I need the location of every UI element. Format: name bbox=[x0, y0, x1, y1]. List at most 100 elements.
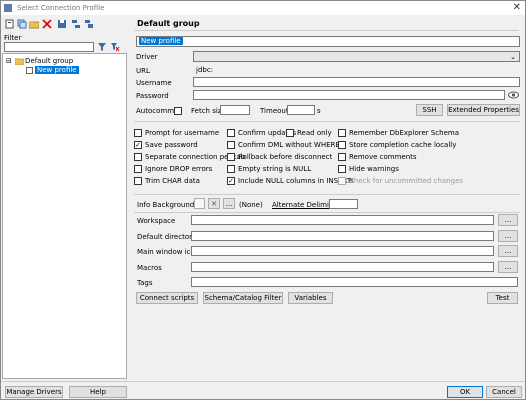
cancel-button[interactable]: Cancel bbox=[486, 386, 522, 398]
new-folder-icon[interactable] bbox=[29, 19, 39, 29]
variables-button[interactable]: Variables bbox=[288, 292, 333, 304]
password-input[interactable] bbox=[193, 90, 505, 100]
delete-icon[interactable] bbox=[42, 19, 52, 29]
apply-filter-icon[interactable] bbox=[97, 42, 107, 52]
profile-name-input[interactable]: New profile bbox=[136, 36, 520, 47]
copy-profile-icon[interactable] bbox=[17, 19, 27, 29]
color-swatch[interactable] bbox=[194, 198, 205, 209]
timeout-label: Timeout bbox=[260, 107, 289, 115]
option-checkbox[interactable]: ✓ bbox=[227, 177, 235, 185]
workspace-label: Workspace bbox=[137, 217, 176, 225]
macros-input[interactable] bbox=[191, 262, 494, 272]
choose-color-button[interactable]: ... bbox=[223, 198, 235, 209]
option-checkbox[interactable] bbox=[227, 141, 235, 149]
default-directory-input[interactable] bbox=[191, 231, 494, 241]
option-label: Empty string is NULL bbox=[238, 165, 312, 173]
dialog-window: Select Connection Profile ✕ Filter ⊟ Def… bbox=[0, 0, 526, 400]
main-window-icon-browse-button[interactable]: ... bbox=[498, 245, 518, 257]
option-checkbox[interactable] bbox=[227, 165, 235, 173]
tree-collapse-icon[interactable]: ⊟ bbox=[6, 57, 12, 65]
option-checkbox[interactable] bbox=[338, 177, 346, 185]
workspace-browse-button[interactable]: ... bbox=[498, 214, 518, 226]
option-checkbox[interactable] bbox=[227, 129, 235, 137]
default-directory-browse-button[interactable]: ... bbox=[498, 230, 518, 242]
profile-tree[interactable]: ⊟ Default group New profile bbox=[2, 53, 127, 379]
autocommit-checkbox[interactable] bbox=[174, 107, 182, 115]
workspace-input[interactable] bbox=[191, 215, 494, 225]
filter-label: Filter bbox=[4, 34, 22, 42]
tree-item-new-profile[interactable]: New profile bbox=[35, 66, 79, 74]
section-divider-2 bbox=[134, 194, 520, 195]
option-label: Rollback before disconnect bbox=[238, 153, 333, 161]
option-checkbox[interactable] bbox=[134, 129, 142, 137]
clear-filter-icon[interactable] bbox=[110, 42, 120, 52]
save-icon[interactable] bbox=[57, 19, 67, 29]
tags-input[interactable] bbox=[191, 277, 518, 287]
connect-scripts-button[interactable]: Connect scripts bbox=[136, 292, 198, 304]
close-icon[interactable]: ✕ bbox=[513, 2, 521, 13]
driver-label: Driver bbox=[136, 53, 158, 61]
tree-group-default[interactable]: Default group bbox=[25, 57, 73, 65]
info-background-value: (None) bbox=[239, 201, 263, 209]
option-checkbox[interactable] bbox=[134, 177, 142, 185]
option-label: Remove comments bbox=[349, 153, 417, 161]
new-profile-icon[interactable] bbox=[5, 19, 15, 29]
option-label: Read only bbox=[297, 129, 332, 137]
option-label: Confirm DML without WHERE bbox=[238, 141, 340, 149]
option-checkbox[interactable] bbox=[286, 129, 294, 137]
group-header: Default group bbox=[137, 19, 200, 28]
app-icon bbox=[4, 4, 12, 12]
username-label: Username bbox=[136, 79, 172, 87]
option-label: Store completion cache locally bbox=[349, 141, 457, 149]
option-checkbox[interactable] bbox=[134, 153, 142, 161]
macros-label: Macros bbox=[137, 264, 162, 272]
ssh-button[interactable]: SSH bbox=[416, 104, 443, 116]
url-label: URL bbox=[136, 67, 150, 75]
option-label: Ignore DROP errors bbox=[145, 165, 213, 173]
driver-select[interactable]: ⌄ bbox=[193, 51, 520, 62]
main-window-icon-label: Main window icon bbox=[137, 248, 200, 256]
option-checkbox[interactable] bbox=[227, 153, 235, 161]
info-background-label: Info Background bbox=[137, 201, 195, 209]
profile-name-text: New profile bbox=[139, 37, 183, 45]
main-window-icon-input[interactable] bbox=[191, 246, 494, 256]
title-bar: Select Connection Profile ✕ bbox=[1, 1, 525, 15]
collapse-tree-icon[interactable] bbox=[84, 19, 94, 29]
show-password-icon[interactable] bbox=[508, 90, 519, 100]
macros-browse-button[interactable]: ... bbox=[498, 261, 518, 273]
clear-color-icon[interactable]: ✕ bbox=[208, 198, 220, 209]
timeout-unit: s bbox=[317, 107, 321, 115]
option-checkbox[interactable] bbox=[338, 165, 346, 173]
option-label: Save password bbox=[145, 141, 198, 149]
folder-icon bbox=[15, 58, 24, 65]
option-label: Trim CHAR data bbox=[145, 177, 200, 185]
option-label: Remember DbExplorer Schema bbox=[349, 129, 460, 137]
url-value: jdbc: bbox=[196, 66, 214, 74]
url-input[interactable]: jdbc: bbox=[193, 65, 520, 75]
help-button[interactable]: Help bbox=[69, 386, 127, 398]
autocommit-label: Autocommit bbox=[136, 107, 179, 115]
tags-label: Tags bbox=[137, 279, 153, 287]
fetch-size-input[interactable] bbox=[220, 105, 250, 115]
option-checkbox[interactable]: ✓ bbox=[134, 141, 142, 149]
expand-tree-icon[interactable] bbox=[71, 19, 81, 29]
chevron-down-icon: ⌄ bbox=[510, 53, 516, 61]
alternate-delimiter-input[interactable] bbox=[329, 199, 358, 209]
test-button[interactable]: Test bbox=[487, 292, 518, 304]
option-checkbox[interactable] bbox=[338, 153, 346, 161]
ok-button[interactable]: OK bbox=[447, 386, 483, 398]
schema-catalog-filter-button[interactable]: Schema/Catalog Filter bbox=[203, 292, 283, 304]
extended-properties-button[interactable]: Extended Properties bbox=[447, 104, 520, 116]
option-checkbox[interactable] bbox=[134, 165, 142, 173]
option-label: Check for uncommitted changes bbox=[349, 177, 464, 185]
footer-divider bbox=[1, 381, 525, 382]
section-divider bbox=[134, 121, 520, 122]
timeout-input[interactable] bbox=[287, 105, 315, 115]
header-divider bbox=[134, 30, 519, 31]
option-checkbox[interactable] bbox=[338, 129, 346, 137]
filter-input[interactable] bbox=[4, 42, 94, 52]
default-directory-label: Default directory bbox=[137, 233, 197, 241]
manage-drivers-button[interactable]: Manage Drivers bbox=[5, 386, 63, 398]
username-input[interactable] bbox=[193, 77, 520, 87]
option-checkbox[interactable] bbox=[338, 141, 346, 149]
